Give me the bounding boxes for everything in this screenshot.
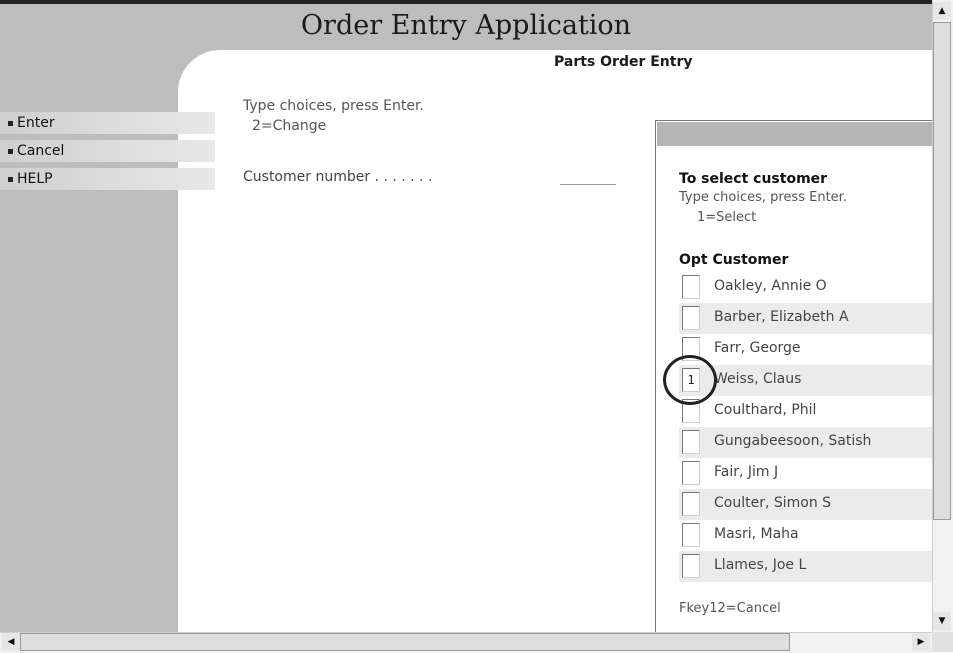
customer-name: Gungabeesoon, Satish	[714, 433, 872, 449]
cancel-button-label: Cancel	[17, 143, 65, 159]
customer-name: Oakley, Annie O	[714, 278, 827, 294]
customer-row: Gungabeesoon, Satish	[679, 427, 932, 458]
customer-row: Farr, George	[679, 334, 932, 365]
customer-row: Oakley, Annie O	[679, 272, 932, 303]
option-input[interactable]	[682, 430, 700, 454]
option-input[interactable]	[682, 275, 700, 299]
enter-button[interactable]: Enter	[0, 112, 215, 134]
popup-fkey-hint: Fkey12=Cancel	[679, 601, 781, 616]
screen-instruction: Type choices, press Enter.	[243, 98, 424, 114]
customer-name: Farr, George	[714, 340, 801, 356]
option-input[interactable]	[682, 337, 700, 361]
customer-row: Fair, Jim J	[679, 458, 932, 489]
popup-title: To select customer	[679, 171, 828, 187]
popup-option-hint: 1=Select	[697, 210, 757, 225]
customer-name: Llames, Joe L	[714, 557, 807, 573]
popup-title-bar	[657, 122, 932, 146]
popup-instruction: Type choices, press Enter.	[679, 190, 847, 205]
cancel-button[interactable]: Cancel	[0, 140, 215, 162]
help-button-label: HELP	[17, 171, 53, 187]
customer-row: Coulthard, Phil	[679, 396, 932, 427]
scroll-down-icon[interactable]: ▼	[933, 612, 951, 630]
scroll-right-icon[interactable]: ▶	[912, 633, 930, 651]
customer-name: Coulthard, Phil	[714, 402, 817, 418]
option-input[interactable]	[682, 368, 700, 392]
customer-name: Fair, Jim J	[714, 464, 779, 480]
customer-row: Coulter, Simon S	[679, 489, 932, 520]
customer-number-input[interactable]	[560, 172, 616, 185]
customer-row: Barber, Elizabeth A	[679, 303, 932, 334]
screen-title: Parts Order Entry	[554, 54, 693, 70]
scrollbar-corner	[932, 632, 953, 652]
bullet-icon	[8, 148, 13, 154]
enter-button-label: Enter	[17, 115, 55, 131]
option-input[interactable]	[682, 461, 700, 485]
app-title: Order Entry Application	[300, 10, 632, 41]
screen-option-hint: 2=Change	[252, 118, 327, 134]
option-input[interactable]	[682, 554, 700, 578]
customer-row: Llames, Joe L	[679, 551, 932, 582]
customer-name: Weiss, Claus	[714, 371, 802, 387]
help-button[interactable]: HELP	[0, 168, 215, 190]
vertical-scroll-thumb[interactable]	[933, 22, 951, 520]
option-input[interactable]	[682, 399, 700, 423]
option-input[interactable]	[682, 523, 700, 547]
scroll-left-icon[interactable]: ◀	[2, 633, 20, 651]
function-key-menu: Enter Cancel HELP	[0, 112, 215, 196]
customer-number-label: Customer number . . . . . . .	[243, 169, 433, 185]
bullet-icon	[8, 120, 13, 126]
option-input[interactable]	[682, 306, 700, 330]
popup-column-header: Opt Customer	[679, 252, 789, 268]
option-input[interactable]	[682, 492, 700, 516]
bullet-icon	[8, 176, 13, 182]
customer-name: Masri, Maha	[714, 526, 799, 542]
customer-list: Oakley, Annie O Barber, Elizabeth A Farr…	[679, 272, 932, 582]
scroll-up-icon[interactable]: ▲	[933, 2, 951, 20]
horizontal-scroll-thumb[interactable]	[20, 633, 790, 651]
customer-row: Weiss, Claus	[679, 365, 932, 396]
customer-name: Barber, Elizabeth A	[714, 309, 849, 325]
customer-row: Masri, Maha	[679, 520, 932, 551]
app-window: Order Entry Application Parts Order Entr…	[0, 4, 932, 632]
customer-name: Coulter, Simon S	[714, 495, 832, 511]
